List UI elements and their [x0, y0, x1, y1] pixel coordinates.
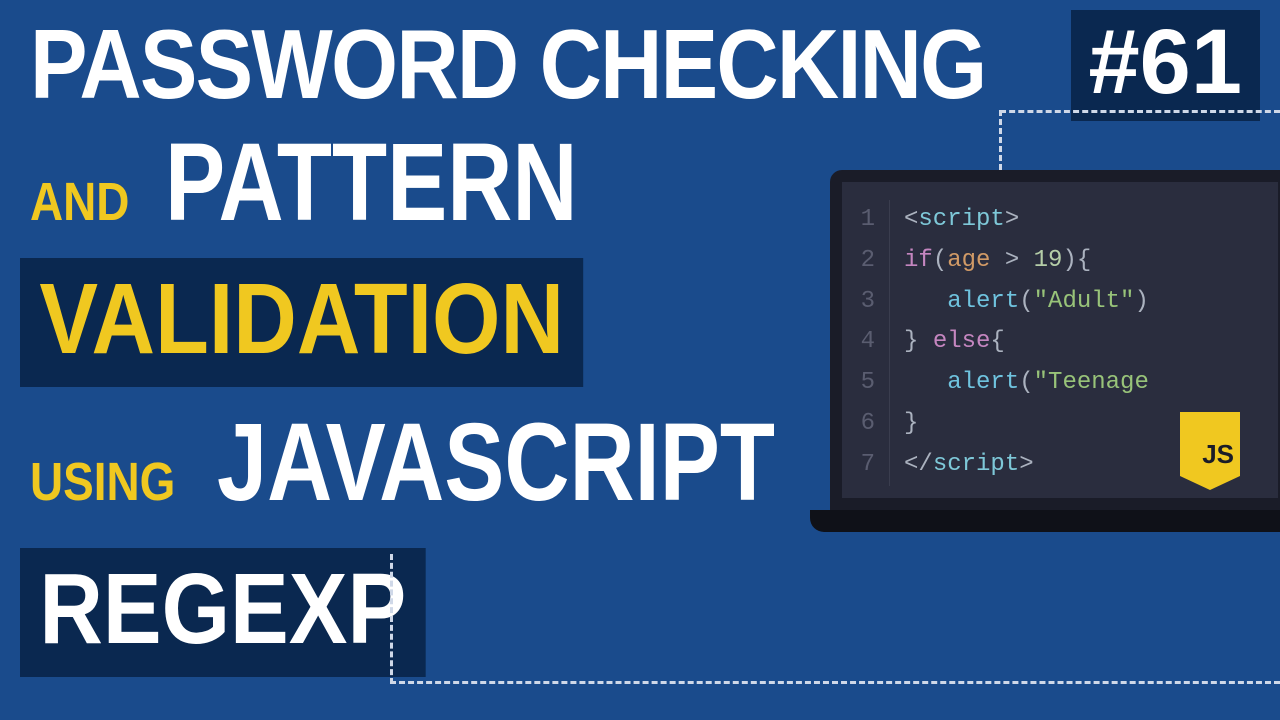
code-editor-screen: 1<script>2if(age > 19){3 alert("Adult")4… — [830, 170, 1280, 510]
code-line: 2 if(age > 19){ — [854, 241, 1278, 282]
laptop-base — [810, 510, 1280, 532]
js-logo-text: JS — [1202, 439, 1234, 470]
code-line: 4 } else{ — [854, 322, 1278, 363]
word-and: AND — [30, 171, 129, 233]
code-content: } else{ — [904, 322, 1005, 363]
word-regexp: REGEXP — [20, 548, 426, 677]
code-content: } — [904, 404, 918, 445]
word-using: USING — [30, 451, 175, 513]
code-content: alert("Teenage — [904, 363, 1149, 404]
code-content: <script> — [904, 200, 1019, 241]
decorative-dash — [999, 110, 1002, 170]
decorative-dash — [1000, 110, 1280, 113]
line-number: 4 — [854, 322, 890, 363]
line-number: 5 — [854, 363, 890, 404]
js-logo-icon: JS — [1180, 412, 1240, 476]
line-number: 3 — [854, 282, 890, 323]
decorative-dash — [390, 554, 393, 684]
code-content: alert("Adult") — [904, 282, 1149, 323]
line-number: 2 — [854, 241, 890, 282]
line-number: 6 — [854, 404, 890, 445]
thumbnail-canvas: PASSWORD CHECKING #61 AND PATTERN VALIDA… — [0, 0, 1280, 720]
code-line: 5 alert("Teenage — [854, 363, 1278, 404]
title-line-4: USING JAVASCRIPT — [30, 408, 898, 518]
episode-badge: #61 — [1071, 10, 1261, 121]
title-main: PASSWORD CHECKING — [30, 8, 985, 121]
line-number: 7 — [854, 445, 890, 486]
decorative-dash — [390, 681, 1280, 684]
code-content: </script> — [904, 445, 1034, 486]
word-validation: VALIDATION — [20, 258, 583, 387]
laptop-illustration: 1<script>2if(age > 19){3 alert("Adult")4… — [830, 170, 1280, 550]
code-line: 1 <script> — [854, 200, 1278, 241]
title-line-2: AND PATTERN — [30, 128, 668, 238]
code-line: 3 alert("Adult") — [854, 282, 1278, 323]
word-javascript: JAVASCRIPT — [217, 408, 775, 518]
line-number: 1 — [854, 200, 890, 241]
word-pattern: PATTERN — [165, 128, 578, 238]
code-content: if(age > 19){ — [904, 241, 1091, 282]
